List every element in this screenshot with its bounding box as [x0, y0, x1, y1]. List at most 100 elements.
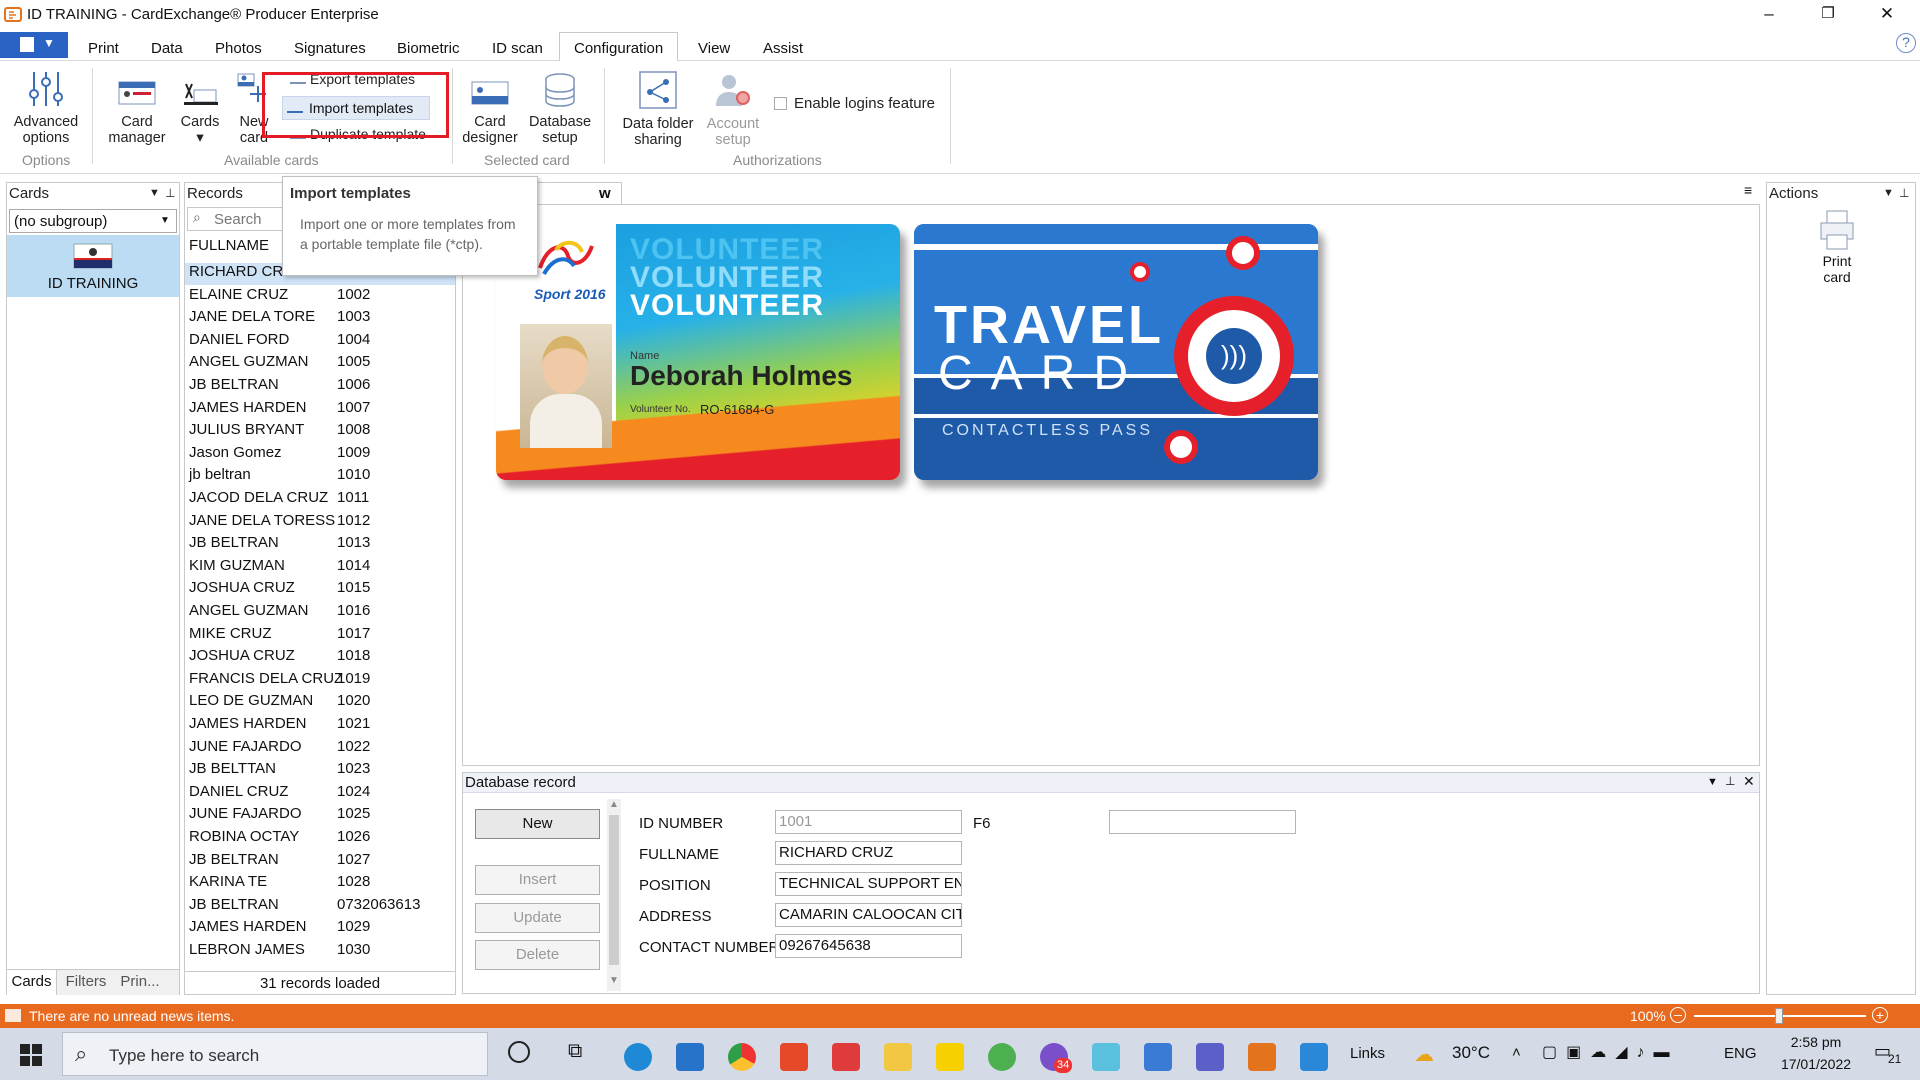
tab-configuration[interactable]: Configuration	[574, 40, 663, 57]
database-record-title: Database record	[465, 774, 576, 791]
cardexchange-logo-icon	[4, 7, 22, 22]
temperature[interactable]: 30°C	[1452, 1043, 1490, 1063]
chevron-up-icon[interactable]: ˄	[1512, 1044, 1521, 1061]
field-input[interactable]: 1001	[775, 810, 962, 834]
chevron-up-icon[interactable]: ▲	[609, 799, 619, 810]
delete-button[interactable]: Delete	[475, 940, 600, 970]
pin-icon[interactable]: ⊥	[1899, 186, 1909, 200]
update-button[interactable]: Update	[475, 903, 600, 933]
windows-start-icon[interactable]	[20, 1044, 42, 1066]
cards-dropdown-button[interactable]: Cards ▾	[176, 74, 224, 146]
help-icon[interactable]: ?	[1896, 33, 1916, 53]
advanced-options-label: Advanced	[13, 114, 79, 130]
language-indicator[interactable]: ENG	[1724, 1045, 1757, 1062]
close-icon[interactable]: ✕	[1743, 773, 1755, 790]
f6-field[interactable]	[1109, 810, 1296, 834]
chevron-down-icon[interactable]: ▼	[1883, 187, 1894, 199]
app-icon[interactable]	[1144, 1043, 1172, 1071]
clock-date[interactable]: 17/01/2022	[1768, 1056, 1864, 1072]
taskbar-search[interactable]: ⌕ Type here to search	[62, 1032, 488, 1076]
field-input[interactable]: TECHNICAL SUPPORT ENGI	[775, 872, 962, 896]
anydesk-icon[interactable]	[832, 1043, 860, 1071]
volunteer-card-front[interactable]: Sport 2016 VOLUNTEER VOLUNTEER VOLUNTEER…	[496, 224, 900, 480]
field-input[interactable]: RICHARD CRUZ	[775, 841, 962, 865]
news-text[interactable]: There are no unread news items.	[29, 1008, 234, 1024]
pin-icon[interactable]: ⊥	[165, 186, 175, 200]
utorrent-icon[interactable]	[988, 1043, 1016, 1071]
cardexchange-taskbar-icon[interactable]	[1248, 1043, 1276, 1071]
card-designer-button[interactable]: Card designer	[456, 74, 524, 146]
record-fullname: JAMES HARDEN	[189, 918, 307, 936]
file-explorer-icon[interactable]	[884, 1043, 912, 1071]
office-icon[interactable]	[780, 1043, 808, 1071]
record-scrollbar[interactable]: ▲ ▼	[607, 799, 621, 991]
database-setup-button[interactable]: Database setup	[524, 72, 596, 146]
database-record-panel: Database record ▼ ⊥ ✕ New Insert Update …	[462, 772, 1760, 994]
account-setup-button[interactable]: Account setup	[700, 70, 766, 148]
mail-icon[interactable]	[676, 1043, 704, 1071]
tab-signatures[interactable]: Signatures	[294, 40, 366, 57]
task-view-icon[interactable]: ⧉	[568, 1040, 582, 1063]
tab-print-queue[interactable]: Prin...	[115, 970, 165, 994]
record-fullname: DANIEL CRUZ	[189, 782, 289, 800]
tab-cards[interactable]: Cards	[7, 970, 57, 995]
app-icon[interactable]	[1092, 1043, 1120, 1071]
zoom-out-button[interactable]: –	[1670, 1007, 1686, 1023]
enable-logins-checkbox[interactable]	[774, 97, 787, 110]
tab-filters[interactable]: Filters	[59, 970, 113, 994]
travel-card-front[interactable]: TRAVEL CARD CONTACTLESS PASS )))	[914, 224, 1318, 480]
record-fullname: Jason Gomez	[189, 443, 282, 461]
tab-data[interactable]: Data	[151, 40, 183, 57]
restore-button[interactable]: ❐	[1805, 0, 1851, 30]
id-card-icon	[73, 243, 113, 269]
data-folder-sharing-button[interactable]: Data folder sharing	[616, 70, 700, 148]
sticky-notes-icon[interactable]	[936, 1043, 964, 1071]
chevron-down-icon[interactable]: ▼	[609, 975, 619, 986]
weather-icon[interactable]: ☁	[1414, 1042, 1434, 1067]
insert-button[interactable]: Insert	[475, 865, 600, 895]
cards-panel: Cards ▼ ⊥ (no subgroup) ▼ ID TRAINING Ca…	[6, 182, 180, 995]
links-toolbar[interactable]: Links	[1350, 1045, 1385, 1062]
zoom-in-button[interactable]: +	[1872, 1007, 1888, 1023]
tab-biometric[interactable]: Biometric	[397, 40, 460, 57]
record-fullname: LEO DE GUZMAN	[189, 692, 314, 710]
volunteer-brand: Sport 2016	[534, 286, 606, 302]
tab-print[interactable]: Print	[88, 40, 119, 57]
tab-photos[interactable]: Photos	[215, 40, 262, 57]
teams-icon[interactable]	[1196, 1043, 1224, 1071]
zoom-slider[interactable]	[1694, 1008, 1866, 1024]
chevron-down-icon[interactable]: ▼	[149, 187, 160, 199]
system-tray-icons[interactable]: ▢▣☁◢♪▬	[1542, 1042, 1679, 1062]
card-item-id-training[interactable]: ID TRAINING	[7, 235, 179, 297]
taskbar-search-input[interactable]: Type here to search	[109, 1046, 259, 1066]
record-id: 1012	[337, 511, 371, 529]
photos-icon[interactable]	[1300, 1043, 1328, 1071]
print-card-button[interactable]: Print card	[1797, 209, 1877, 285]
group-available-cards-label: Available cards	[224, 152, 319, 168]
advanced-options-button[interactable]: Advanced options	[8, 70, 84, 146]
subgroup-select[interactable]: (no subgroup) ▼	[9, 209, 177, 233]
field-input[interactable]: 09267645638	[775, 934, 962, 958]
group-selected-card-label: Selected card	[484, 152, 570, 168]
search-input[interactable]: Search	[214, 211, 262, 228]
cortana-icon[interactable]	[508, 1041, 530, 1063]
new-record-button[interactable]: New	[475, 809, 600, 839]
tab-assist[interactable]: Assist	[763, 40, 803, 57]
chevron-down-icon[interactable]: ▼	[1707, 776, 1718, 788]
edge-icon[interactable]	[624, 1043, 652, 1071]
volunteer-heading-2: VOLUNTEER	[630, 261, 825, 294]
file-menu-button[interactable]: ▼	[0, 32, 68, 58]
field-input[interactable]: CAMARIN CALOOCAN CITY	[775, 903, 962, 927]
pin-icon[interactable]: ⊥	[1725, 774, 1735, 788]
minimize-button[interactable]: –	[1746, 0, 1792, 30]
subgroup-value: (no subgroup)	[14, 213, 108, 230]
column-header-fullname[interactable]: FULLNAME	[189, 237, 269, 254]
tab-view[interactable]: View	[698, 40, 730, 57]
zoom-slider-thumb[interactable]	[1774, 1008, 1783, 1024]
tab-id-scan[interactable]: ID scan	[492, 40, 543, 57]
chrome-icon[interactable]	[728, 1043, 756, 1071]
close-button[interactable]: ✕	[1864, 0, 1910, 30]
clock-time[interactable]: 2:58 pm	[1778, 1034, 1854, 1050]
card-manager-button[interactable]: Card manager	[102, 74, 172, 146]
menu-icon[interactable]: ≡	[1744, 182, 1752, 198]
